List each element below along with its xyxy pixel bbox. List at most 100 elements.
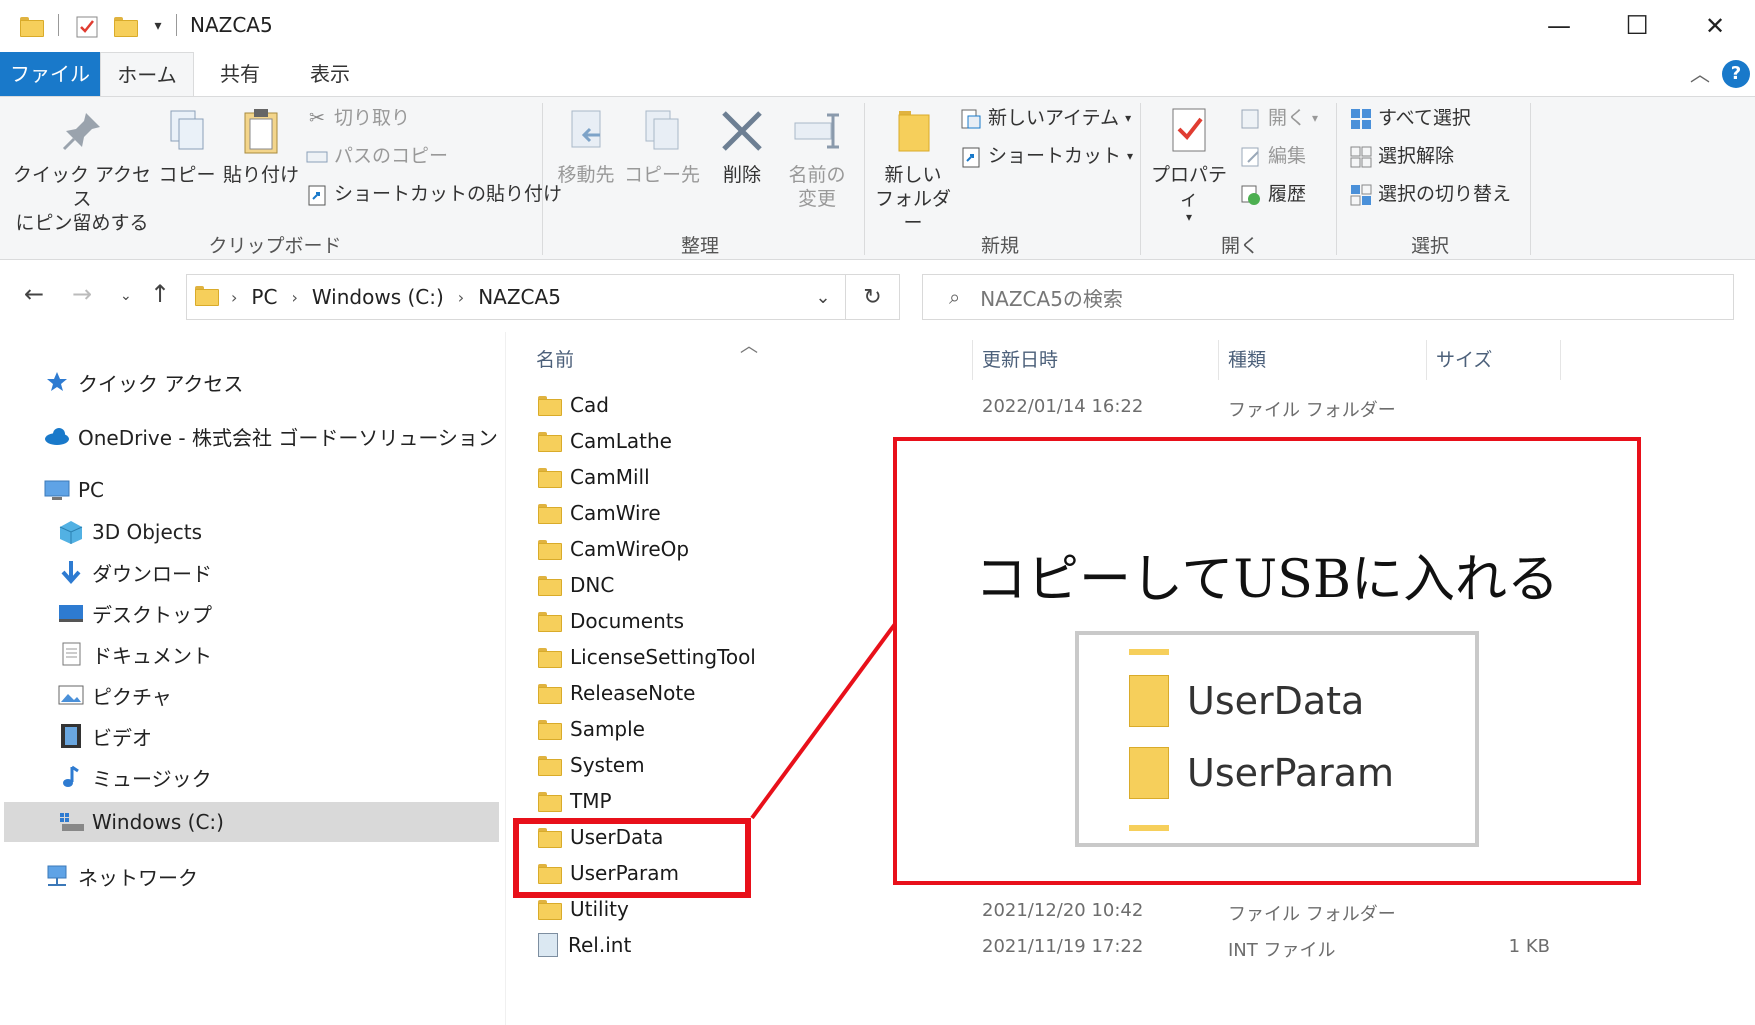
help-icon[interactable]: ? — [1722, 60, 1750, 88]
group-label-select: 選択 — [1410, 235, 1449, 257]
history-button[interactable]: 履歴 — [1240, 177, 1306, 211]
properties-button[interactable]: プロパティ ▾ — [1146, 105, 1232, 223]
maximize-button[interactable]: ☐ — [1598, 0, 1676, 52]
nav-network[interactable]: ネットワーク — [44, 856, 198, 896]
copy-button[interactable]: コピー — [158, 105, 216, 187]
column-header-size[interactable]: サイズ — [1436, 340, 1492, 380]
breadcrumb-nazca5[interactable]: NAZCA5 — [478, 285, 561, 309]
file-name-cell: CamWireOp — [538, 537, 689, 561]
properties-checklist-icon[interactable] — [72, 12, 102, 40]
shortcut-button[interactable]: ショートカット ▾ — [960, 139, 1133, 173]
tab-view[interactable]: 表示 — [290, 52, 370, 96]
star-icon — [44, 369, 70, 395]
title-bar: ▾ NAZCA5 — ☐ ✕ — [0, 0, 1755, 52]
breadcrumb-chevron-icon[interactable]: › — [458, 288, 464, 307]
file-name-cell: Sample — [538, 717, 645, 741]
tab-share[interactable]: 共有 — [200, 52, 280, 96]
file-type: ファイル フォルダー — [1228, 400, 1396, 421]
tab-home[interactable]: ホーム — [100, 52, 194, 97]
edit-button[interactable]: 編集 — [1240, 139, 1306, 173]
column-divider[interactable] — [1560, 340, 1561, 380]
collapse-ribbon-icon[interactable]: ︿ — [1690, 58, 1710, 87]
tab-file[interactable]: ファイル — [0, 52, 100, 96]
paste-shortcut-button[interactable]: ショートカットの貼り付け — [306, 177, 562, 211]
nav-desktop[interactable]: デスクトップ — [58, 593, 212, 633]
file-name-cell: CamMill — [538, 465, 650, 489]
minimize-button[interactable]: — — [1520, 0, 1598, 52]
nav-videos[interactable]: ビデオ — [58, 716, 152, 756]
folder-icon — [538, 576, 562, 596]
column-divider[interactable] — [972, 340, 973, 380]
properties-icon — [1163, 105, 1215, 157]
forward-arrow-icon[interactable]: → — [72, 280, 92, 308]
folder-icon — [538, 612, 562, 632]
nav-documents[interactable]: ドキュメント — [58, 634, 212, 674]
up-arrow-icon[interactable]: ↑ — [150, 280, 170, 308]
folder-icon — [538, 792, 562, 812]
nav-quick-access[interactable]: クイック アクセス — [44, 362, 243, 402]
nav-windows-c[interactable]: Windows (C:) — [58, 802, 224, 842]
close-button[interactable]: ✕ — [1676, 0, 1754, 52]
file-name-cell: Rel.int — [538, 933, 631, 957]
nav-pictures[interactable]: ピクチャ — [58, 675, 172, 715]
nav-music[interactable]: ミュージック — [58, 757, 212, 797]
rename-button[interactable]: 名前の 変更 — [780, 105, 854, 211]
file-name: CamMill — [570, 465, 650, 489]
divider — [58, 14, 59, 36]
breadcrumb-chevron-icon[interactable]: › — [231, 288, 237, 307]
document-icon — [58, 641, 84, 667]
folder-icon — [16, 12, 46, 40]
table-row[interactable]: Cad 2022/01/14 16:22 ファイル フォルダー — [506, 388, 1755, 424]
file-name: Cad — [570, 393, 609, 417]
delete-button[interactable]: 削除 — [712, 105, 772, 187]
column-header-date[interactable]: 更新日時 — [982, 340, 1058, 380]
breadcrumb-pc[interactable]: PC — [251, 285, 277, 309]
folder-icon — [538, 720, 562, 740]
recent-locations-chevron-icon[interactable]: ⌄ — [120, 288, 132, 304]
cut-button[interactable]: ✂ 切り取り — [306, 101, 410, 135]
refresh-icon[interactable]: ↻ — [846, 274, 900, 320]
move-to-button[interactable]: 移動先 — [552, 105, 620, 187]
new-folder-icon[interactable] — [110, 12, 140, 40]
column-header-type[interactable]: 種類 — [1228, 340, 1266, 380]
paste-icon — [235, 105, 287, 157]
copy-to-button[interactable]: コピー先 — [624, 105, 700, 187]
file-name-cell: Cad — [538, 393, 609, 417]
breadcrumb-chevron-icon[interactable]: › — [291, 288, 297, 307]
address-dropdown-icon[interactable]: ⌄ — [800, 274, 846, 320]
nav-pc[interactable]: PC — [44, 470, 104, 510]
new-item-button[interactable]: 新しいアイテム ▾ — [960, 101, 1131, 135]
breadcrumb-windows-c[interactable]: Windows (C:) — [312, 285, 444, 309]
ribbon-tabs: ファイル ホーム 共有 表示 ︿ ? — [0, 52, 1755, 97]
table-row[interactable]: Rel.int 2021/11/19 17:22 INT ファイル 1 KB — [506, 928, 1755, 964]
select-all-button[interactable]: すべて選択 — [1350, 101, 1471, 135]
file-date: 2021/11/19 17:22 — [982, 936, 1144, 957]
column-divider[interactable] — [1426, 340, 1427, 380]
address-bar[interactable]: › PC › Windows (C:) › NAZCA5 — [186, 274, 846, 320]
back-arrow-icon[interactable]: ← — [24, 280, 44, 308]
customize-quick-access-icon[interactable]: ▾ — [146, 12, 170, 40]
desktop-icon — [58, 600, 84, 626]
group-label-organize: 整理 — [680, 235, 719, 257]
pin-to-quick-access-button[interactable]: クイック アクセス にピン留めする — [12, 105, 152, 235]
open-button[interactable]: 開く ▾ — [1240, 101, 1318, 135]
file-name: LicenseSettingTool — [570, 645, 756, 669]
select-none-button[interactable]: 選択解除 — [1350, 139, 1454, 173]
file-date: 2021/12/20 10:42 — [982, 900, 1144, 921]
file-name-cell: Documents — [538, 609, 684, 633]
column-divider[interactable] — [1218, 340, 1219, 380]
callout-box: コピーしてUSBに入れる UserData UserParam — [893, 437, 1641, 885]
column-header-name[interactable]: 名前 — [536, 340, 574, 380]
window-title: NAZCA5 — [190, 13, 273, 37]
nav-downloads[interactable]: ダウンロード — [58, 552, 212, 592]
folder-icon — [538, 504, 562, 524]
invert-selection-button[interactable]: 選択の切り替え — [1350, 177, 1511, 211]
nav-3d-objects[interactable]: 3D Objects — [58, 512, 202, 552]
file-type: ファイル フォルダー — [1228, 904, 1396, 925]
copy-path-button[interactable]: パスのコピー — [306, 139, 448, 173]
paste-button[interactable]: 貼り付け — [222, 105, 300, 187]
new-folder-button[interactable]: 新しい フォルダー — [870, 105, 956, 235]
search-box[interactable]: ⌕ NAZCA5の検索 — [922, 274, 1734, 320]
move-to-icon — [560, 105, 612, 157]
nav-onedrive[interactable]: OneDrive - 株式会社 ゴードーソリューション — [44, 416, 498, 456]
